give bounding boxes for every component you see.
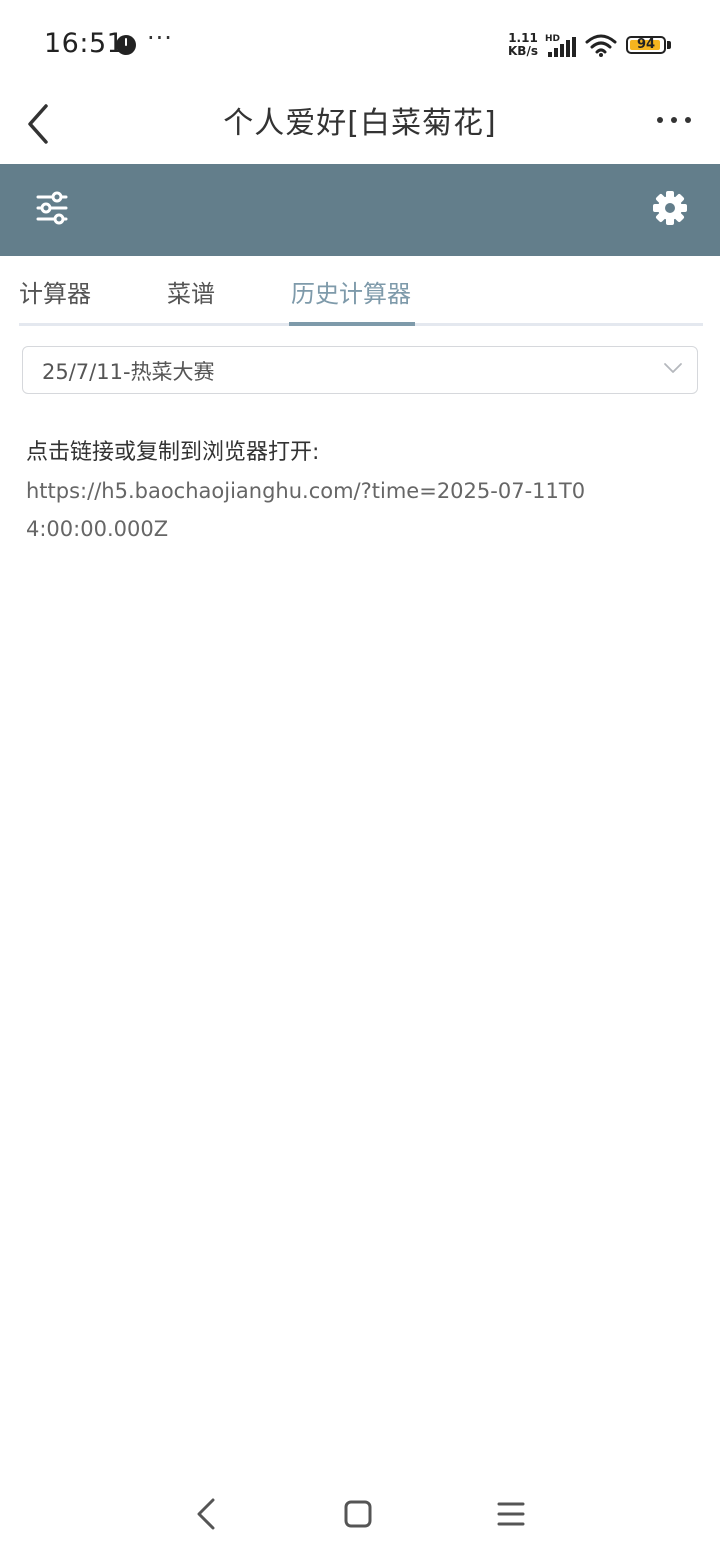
battery-percent: 94 bbox=[636, 37, 656, 52]
toolbar bbox=[0, 164, 720, 256]
tab-history-calculator[interactable]: 历史计算器 bbox=[291, 274, 411, 309]
active-tab-indicator bbox=[289, 322, 415, 326]
battery-icon: 94 bbox=[626, 36, 666, 54]
system-menu-icon[interactable] bbox=[496, 1500, 526, 1528]
clock-icon bbox=[116, 35, 136, 55]
tab-bar: 计算器 菜谱 历史计算器 bbox=[19, 256, 703, 326]
status-bar: 16:51 ··· 1.11 KB/s HD 94 bbox=[0, 0, 720, 90]
page-title: 个人爱好[白菜菊花] bbox=[223, 106, 497, 141]
network-speed: 1.11 KB/s bbox=[508, 32, 538, 58]
tab-recipes[interactable]: 菜谱 bbox=[167, 274, 215, 309]
more-options-button[interactable] bbox=[654, 108, 694, 132]
chevron-down-icon bbox=[664, 363, 682, 373]
filter-sliders-button[interactable] bbox=[30, 186, 74, 230]
system-back-icon[interactable] bbox=[193, 1496, 221, 1532]
instruction-text: 点击链接或复制到浏览器打开: bbox=[26, 440, 320, 465]
system-home-icon[interactable] bbox=[343, 1499, 373, 1529]
screen: 16:51 ··· 1.11 KB/s HD 94 个人爱好[白菜菊花] 计算器… bbox=[0, 0, 720, 1559]
select-value: 25/7/11-热菜大赛 bbox=[42, 360, 215, 384]
history-select[interactable]: 25/7/11-热菜大赛 bbox=[22, 346, 698, 394]
history-link[interactable]: https://h5.baochaojianghu.com/?time=2025… bbox=[26, 472, 586, 548]
signal-icon bbox=[548, 37, 576, 57]
notification-more: ··· bbox=[147, 24, 173, 52]
status-time: 16:51 bbox=[44, 28, 125, 59]
tab-calculator[interactable]: 计算器 bbox=[19, 274, 91, 309]
wifi-icon bbox=[585, 34, 617, 57]
settings-gear-button[interactable] bbox=[648, 186, 692, 230]
system-navigation-bar bbox=[0, 1480, 720, 1559]
battery-tip bbox=[667, 41, 671, 49]
network-speed-unit: KB/s bbox=[508, 44, 538, 58]
nav-bar: 个人爱好[白菜菊花] bbox=[0, 90, 720, 164]
